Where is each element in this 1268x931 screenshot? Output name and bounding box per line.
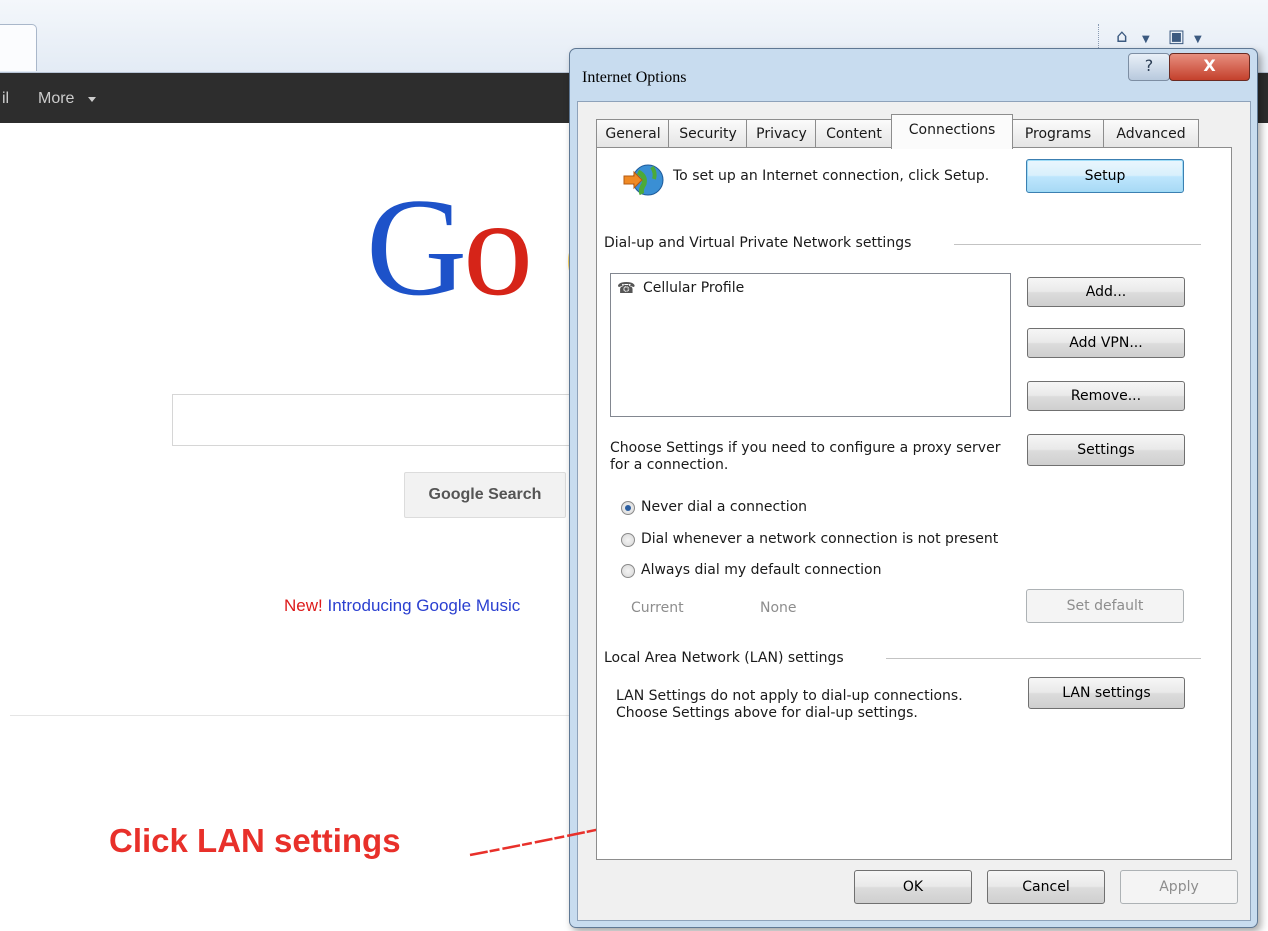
lan-group-label: Local Area Network (LAN) settings (604, 650, 844, 666)
tab-connections[interactable]: Connections (891, 114, 1013, 149)
lan-settings-button[interactable]: LAN settings (1028, 677, 1185, 709)
lan-description: LAN Settings do not apply to dial-up con… (616, 688, 963, 721)
settings-button[interactable]: Settings (1027, 434, 1185, 466)
radio-label[interactable]: Never dial a connection (641, 499, 807, 516)
radio-never-dial[interactable] (621, 501, 635, 515)
globe-icon (623, 164, 664, 196)
set-default-button[interactable]: Set default (1026, 589, 1184, 623)
connections-tab-panel: To set up an Internet connection, click … (596, 147, 1232, 860)
add-button[interactable]: Add... (1027, 277, 1185, 307)
phone-icon: ☎ (617, 279, 636, 297)
radio-label[interactable]: Dial whenever a network connection is no… (641, 531, 998, 548)
remove-button[interactable]: Remove... (1027, 381, 1185, 411)
radio-always-dial[interactable] (621, 564, 635, 578)
connections-listbox[interactable]: ☎ Cellular Profile (610, 273, 1011, 417)
internet-options-dialog: Internet Options ? X General Security Pr… (569, 48, 1258, 928)
radio-dial-whenever[interactable] (621, 533, 635, 547)
current-label: Current (631, 600, 684, 616)
setup-description: To set up an Internet connection, click … (673, 168, 990, 184)
setup-button[interactable]: Setup (1026, 159, 1184, 193)
dialog-client-area: General Security Privacy Content Connect… (577, 101, 1251, 921)
radio-label[interactable]: Always dial my default connection (641, 562, 881, 579)
group-divider (886, 658, 1201, 659)
list-item[interactable]: Cellular Profile (643, 280, 744, 296)
current-value: None (760, 600, 797, 616)
group-divider (954, 244, 1201, 245)
dialup-group-label: Dial-up and Virtual Private Network sett… (604, 235, 912, 251)
annotation-label: Click LAN settings (109, 822, 401, 859)
proxy-description: Choose Settings if you need to configure… (610, 440, 1001, 473)
add-vpn-button[interactable]: Add VPN... (1027, 328, 1185, 358)
